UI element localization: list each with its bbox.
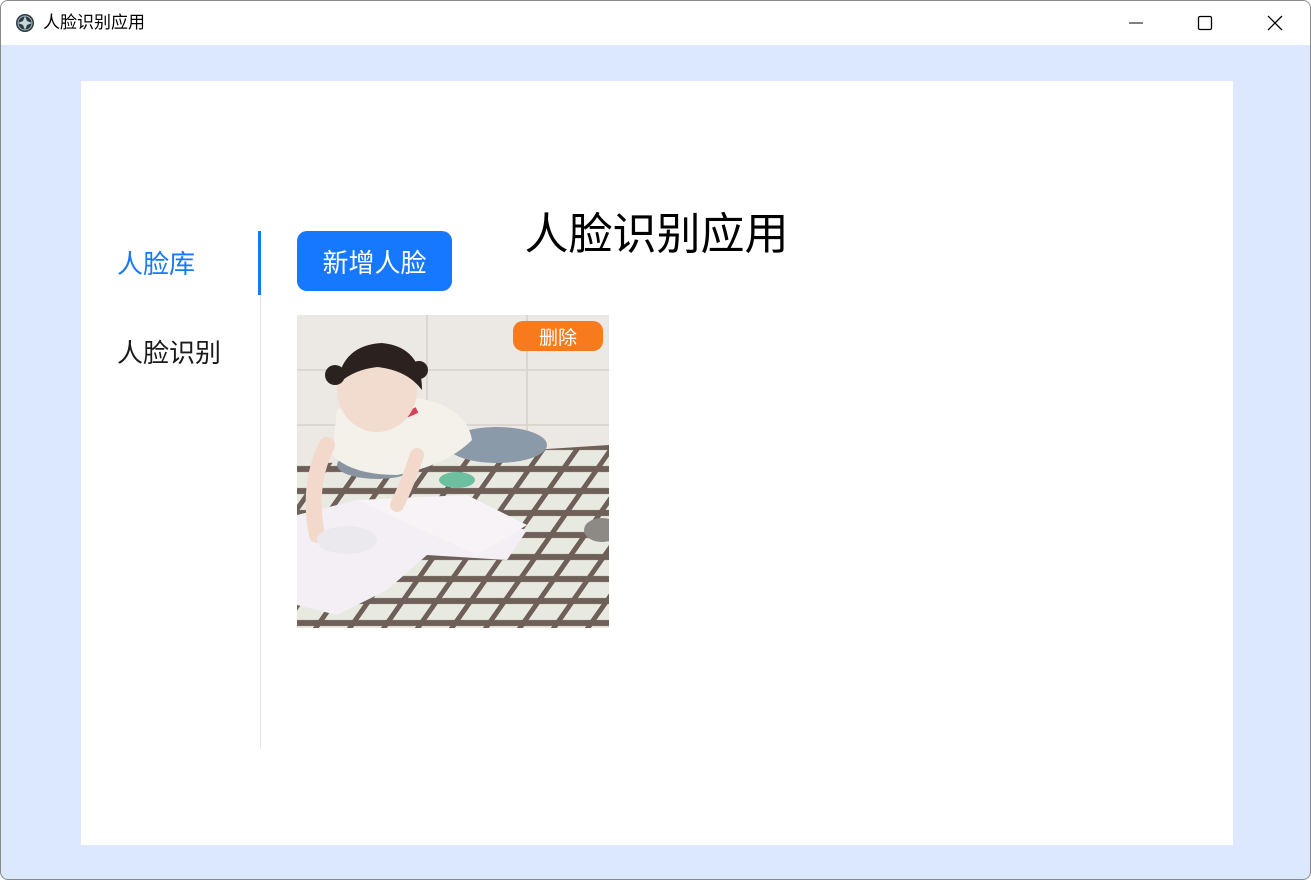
delete-face-button[interactable]: 删除 — [513, 321, 603, 351]
sidebar-item-face-library[interactable]: 人脸库 — [117, 247, 195, 283]
sidebar-divider — [260, 233, 261, 749]
sidebar-active-indicator — [258, 231, 261, 295]
face-card: 删除 — [297, 315, 609, 628]
minimize-button[interactable] — [1101, 1, 1171, 45]
face-photo — [297, 315, 609, 628]
maximize-icon — [1197, 15, 1213, 31]
sidebar-item-face-recognition[interactable]: 人脸识别 — [117, 336, 221, 372]
close-icon — [1267, 15, 1283, 31]
close-button[interactable] — [1240, 1, 1310, 45]
app-window: 人脸识别应用 人脸识别应用 人脸库 人脸识别 新增人脸 删除 — [0, 0, 1311, 880]
minimize-icon — [1129, 22, 1143, 24]
app-icon — [16, 14, 34, 32]
maximize-button[interactable] — [1170, 1, 1240, 45]
content-panel: 人脸识别应用 人脸库 人脸识别 新增人脸 删除 — [81, 81, 1233, 845]
window-title: 人脸识别应用 — [43, 13, 145, 33]
add-face-button[interactable]: 新增人脸 — [297, 231, 452, 291]
page-title: 人脸识别应用 — [524, 209, 789, 260]
title-bar[interactable]: 人脸识别应用 — [1, 1, 1310, 45]
